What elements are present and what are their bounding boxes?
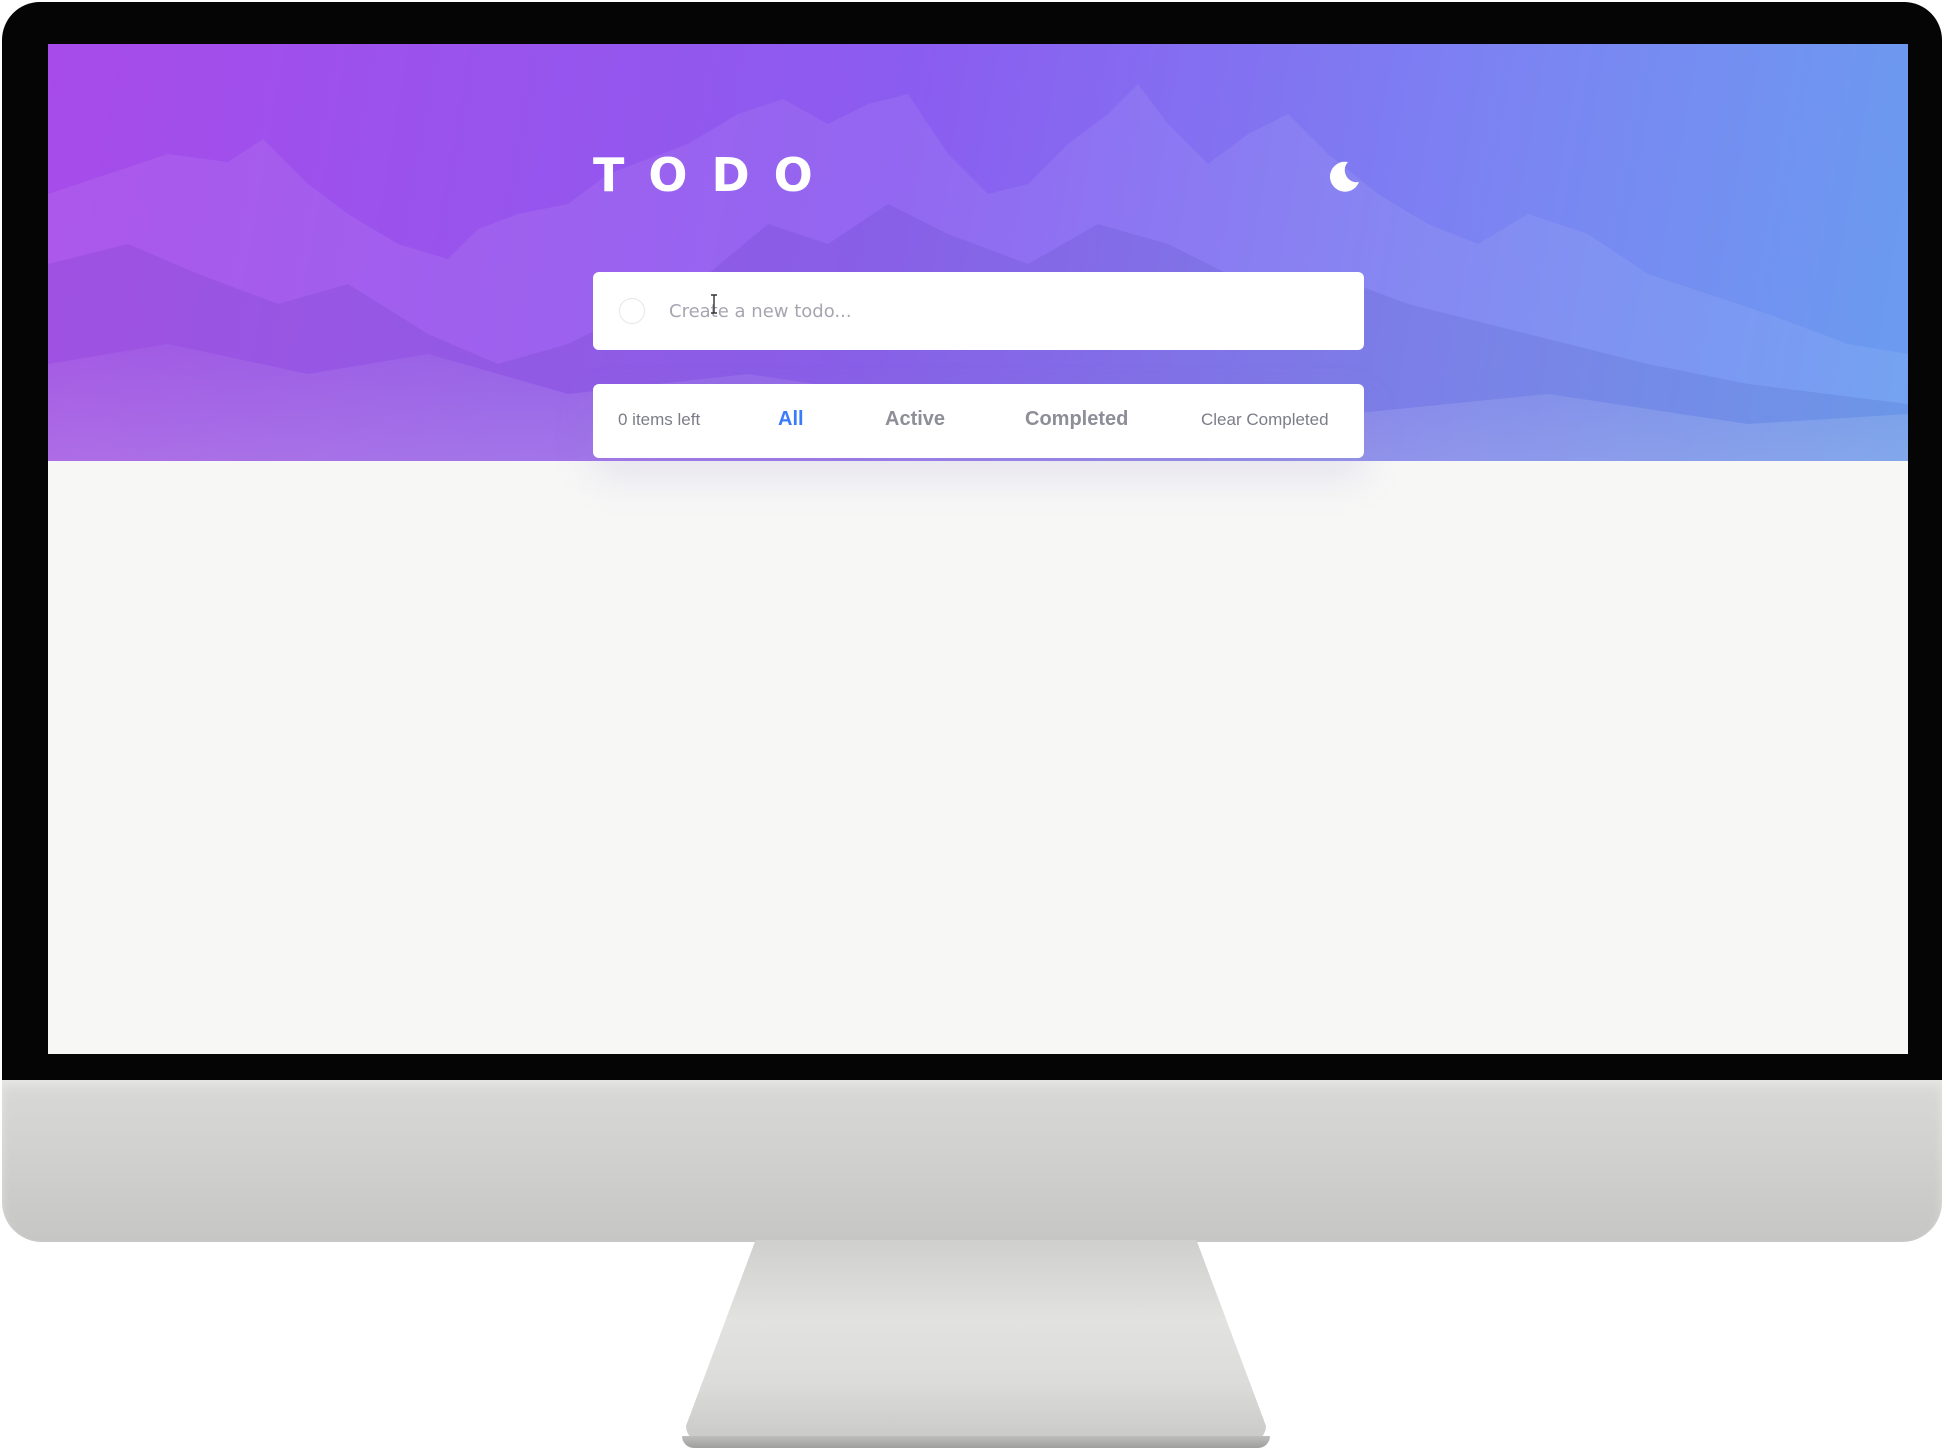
text-cursor-icon: [711, 294, 717, 314]
content-background: [48, 461, 1908, 1054]
monitor-chin: [2, 1080, 1942, 1242]
theme-toggle-button[interactable]: [1326, 158, 1362, 194]
todo-footer-bar: 0 items left All Active Completed Clear …: [593, 384, 1364, 458]
new-todo-check-circle[interactable]: [619, 298, 645, 324]
monitor-stand-neck: [686, 1240, 1266, 1442]
moon-icon: [1329, 161, 1359, 192]
monitor-frame: TODO 0 items left All Active Completed C…: [0, 0, 1948, 1452]
filter-all-button[interactable]: All: [778, 408, 804, 431]
items-left-count: 0 items left: [618, 410, 701, 429]
monitor-stand-base: [682, 1436, 1270, 1448]
filter-active-button[interactable]: Active: [885, 408, 945, 431]
app-title: TODO: [593, 148, 837, 202]
screen: TODO 0 items left All Active Completed C…: [48, 44, 1908, 1054]
new-todo-field-container: [593, 272, 1364, 350]
filter-completed-button[interactable]: Completed: [1025, 408, 1128, 431]
clear-completed-button[interactable]: Clear Completed: [1201, 410, 1329, 430]
new-todo-input[interactable]: [667, 299, 1331, 323]
